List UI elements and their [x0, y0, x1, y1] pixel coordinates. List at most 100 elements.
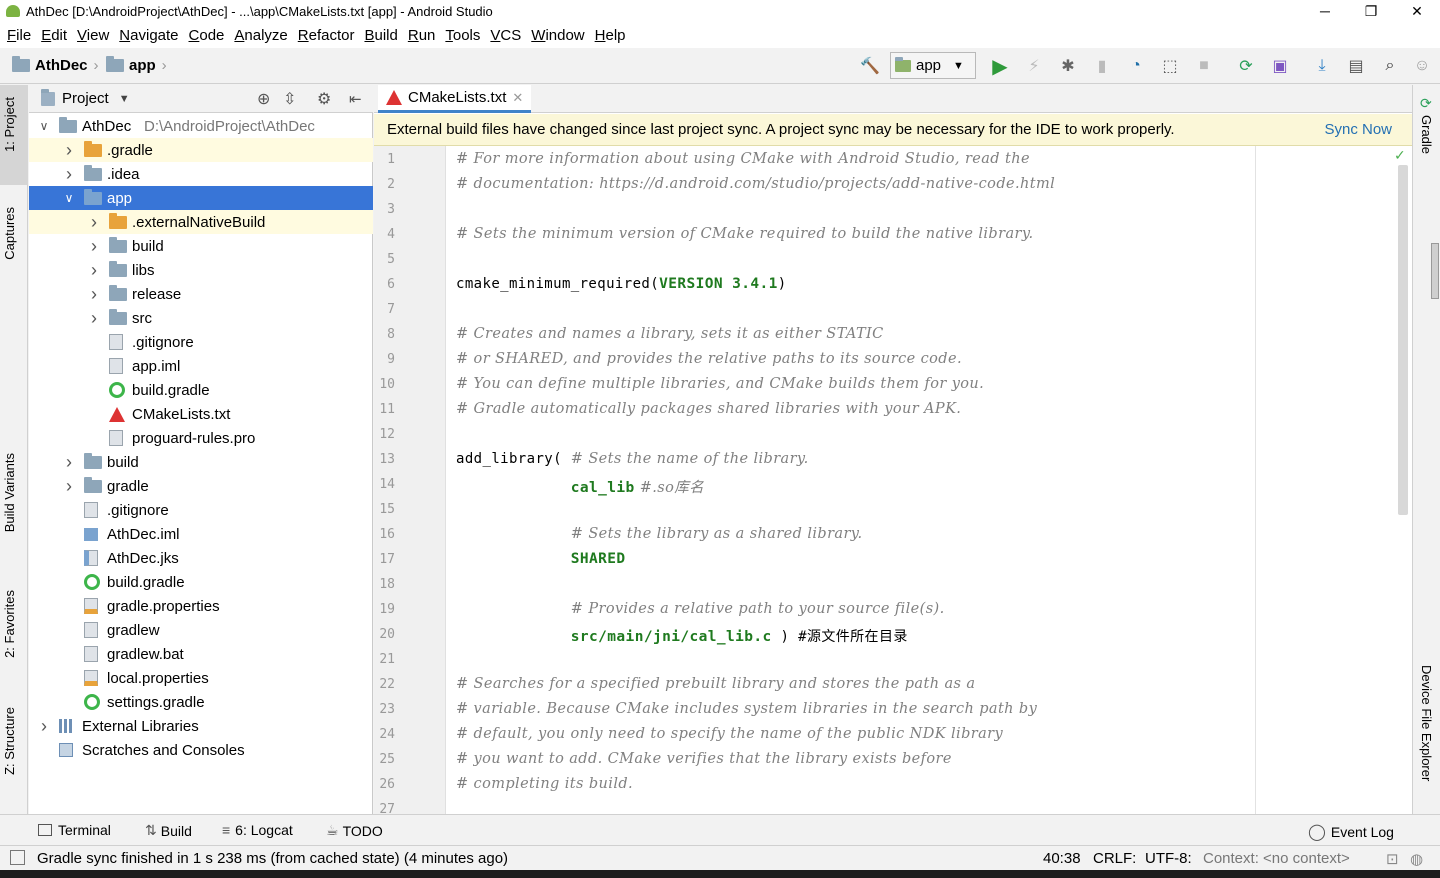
- menu-analyze[interactable]: Analyze: [229, 27, 292, 44]
- tree-item[interactable]: gradle.properties: [29, 594, 373, 618]
- tree-item[interactable]: settings.gradle: [29, 690, 373, 714]
- tree-item[interactable]: › External Libraries: [29, 714, 373, 738]
- tree-item[interactable]: › libs: [29, 258, 373, 282]
- tree-item[interactable]: ∨ AthDec D:\AndroidProject\AthDec: [29, 114, 373, 138]
- tree-item[interactable]: › gradle: [29, 474, 373, 498]
- lock-icon[interactable]: ⊡: [1386, 850, 1399, 868]
- menu-build[interactable]: Build: [359, 27, 402, 44]
- profile-icon[interactable]: ◔: [1126, 56, 1146, 76]
- make-project-hammer-icon[interactable]: 🔨: [860, 56, 880, 76]
- menu-window[interactable]: Window: [526, 27, 589, 44]
- tree-item[interactable]: .gitignore: [29, 330, 373, 354]
- tree-item[interactable]: AthDec.jks: [29, 546, 373, 570]
- sync-now-link[interactable]: Sync Now: [1324, 121, 1392, 138]
- gear-icon[interactable]: ⚙: [317, 89, 331, 109]
- stop-icon[interactable]: ■: [1194, 56, 1214, 76]
- tab-build-variants[interactable]: Build Variants: [2, 453, 17, 532]
- expand-arrow-right-icon[interactable]: ›: [87, 260, 101, 281]
- expand-arrow-right-icon[interactable]: ›: [62, 476, 76, 497]
- tab-favorites[interactable]: 2: Favorites: [2, 590, 17, 658]
- menu-help[interactable]: Help: [590, 27, 631, 44]
- locate-file-icon[interactable]: ⊕: [257, 89, 270, 109]
- menu-tools[interactable]: Tools: [440, 27, 485, 44]
- tab-gradle[interactable]: Gradle: [1419, 115, 1434, 154]
- tab-todo[interactable]: ☕ TODO: [326, 822, 383, 839]
- menu-refactor[interactable]: Refactor: [293, 27, 360, 44]
- tree-item[interactable]: .gitignore: [29, 498, 373, 522]
- toggle-tool-windows-icon[interactable]: [10, 850, 25, 865]
- expand-arrow-right-icon[interactable]: ›: [87, 308, 101, 329]
- caret-position[interactable]: 40:38: [1043, 850, 1081, 867]
- tab-captures[interactable]: Captures: [2, 207, 17, 260]
- tree-item[interactable]: Scratches and Consoles: [29, 738, 373, 762]
- tree-item[interactable]: AthDec.iml: [29, 522, 373, 546]
- expand-arrow-right-icon[interactable]: ›: [87, 236, 101, 257]
- tree-item[interactable]: › build: [29, 450, 373, 474]
- context-indicator[interactable]: Context: <no context>: [1203, 850, 1350, 867]
- tree-item[interactable]: › .idea: [29, 162, 373, 186]
- sdk-manager-icon[interactable]: ⤓: [1312, 56, 1332, 76]
- attach-debugger-icon[interactable]: ⬚: [1160, 56, 1180, 76]
- tree-item[interactable]: build.gradle: [29, 570, 373, 594]
- project-panel-title[interactable]: Project: [62, 90, 109, 107]
- line-separator[interactable]: CRLF:: [1093, 850, 1136, 867]
- tree-item[interactable]: gradlew: [29, 618, 373, 642]
- run-config-dropdown[interactable]: app ▼: [890, 52, 976, 79]
- tree-item[interactable]: proguard-rules.pro: [29, 426, 373, 450]
- tree-item[interactable]: gradlew.bat: [29, 642, 373, 666]
- menu-navigate[interactable]: Navigate: [114, 27, 183, 44]
- tree-item[interactable]: › .externalNativeBuild: [29, 210, 373, 234]
- user-icon[interactable]: ☺: [1412, 56, 1432, 76]
- tree-item[interactable]: › .gradle: [29, 138, 373, 162]
- file-encoding[interactable]: UTF-8:: [1145, 850, 1192, 867]
- tree-item[interactable]: › src: [29, 306, 373, 330]
- view-mode-chevron-icon[interactable]: ▼: [119, 93, 130, 105]
- tree-item[interactable]: build.gradle: [29, 378, 373, 402]
- tree-item[interactable]: › release: [29, 282, 373, 306]
- menu-edit[interactable]: Edit: [36, 27, 72, 44]
- expand-arrow-down-icon[interactable]: ∨: [62, 191, 76, 205]
- menu-code[interactable]: Code: [184, 27, 230, 44]
- coverage-icon[interactable]: ▮: [1092, 56, 1112, 76]
- hide-panel-icon[interactable]: ⇤: [349, 90, 362, 108]
- search-icon[interactable]: ⌕: [1380, 56, 1400, 76]
- collapse-all-icon[interactable]: ⇳: [283, 89, 296, 109]
- project-structure-icon[interactable]: ▤: [1346, 56, 1366, 76]
- tab-build[interactable]: ⇅ Build: [145, 822, 192, 839]
- code-area[interactable]: # For more information about using CMake…: [446, 146, 1256, 814]
- close-tab-icon[interactable]: ✕: [512, 90, 523, 106]
- expand-arrow-right-icon[interactable]: ›: [62, 140, 76, 161]
- menu-run[interactable]: Run: [403, 27, 441, 44]
- breadcrumb-module[interactable]: app ›: [106, 56, 167, 74]
- expand-arrow-down-icon[interactable]: ∨: [37, 119, 51, 133]
- tree-item[interactable]: CMakeLists.txt: [29, 402, 373, 426]
- tab-cmakelists[interactable]: CMakeLists.txt ✕: [378, 85, 532, 113]
- debug-icon[interactable]: ✱: [1058, 56, 1078, 76]
- vertical-scrollbar[interactable]: [1398, 165, 1408, 515]
- tab-device-file-explorer[interactable]: Device File Explorer: [1419, 665, 1434, 781]
- apply-changes-icon[interactable]: ⚡: [1024, 56, 1044, 76]
- expand-arrow-right-icon[interactable]: ›: [62, 452, 76, 473]
- expand-arrow-right-icon[interactable]: ›: [62, 164, 76, 185]
- avd-manager-icon[interactable]: ▣: [1270, 56, 1290, 76]
- run-icon[interactable]: ▶: [990, 56, 1010, 78]
- menu-vcs[interactable]: VCS: [485, 27, 526, 44]
- tab-structure[interactable]: Z: Structure: [2, 707, 17, 775]
- tab-terminal[interactable]: Terminal: [38, 822, 111, 838]
- menu-view[interactable]: View: [72, 27, 114, 44]
- restore-button[interactable]: ❐: [1348, 0, 1394, 22]
- sync-gradle-icon[interactable]: ⟳: [1236, 56, 1256, 76]
- breadcrumb-project[interactable]: AthDec ›: [12, 56, 99, 74]
- expand-arrow-right-icon[interactable]: ›: [87, 284, 101, 305]
- tree-item[interactable]: local.properties: [29, 666, 373, 690]
- close-button[interactable]: ✕: [1394, 0, 1440, 22]
- tab-logcat[interactable]: ≡ 6: Logcat: [222, 822, 293, 838]
- expand-arrow-right-icon[interactable]: ›: [87, 212, 101, 233]
- tab-event-log[interactable]: ◯ Event Log: [1308, 822, 1394, 842]
- tree-item[interactable]: › build: [29, 234, 373, 258]
- tab-project[interactable]: 1: Project: [2, 97, 17, 152]
- tree-item[interactable]: ∨ app: [29, 186, 373, 210]
- menu-file[interactable]: File: [2, 27, 36, 44]
- expand-arrow-right-icon[interactable]: ›: [37, 716, 51, 737]
- tree-item[interactable]: app.iml: [29, 354, 373, 378]
